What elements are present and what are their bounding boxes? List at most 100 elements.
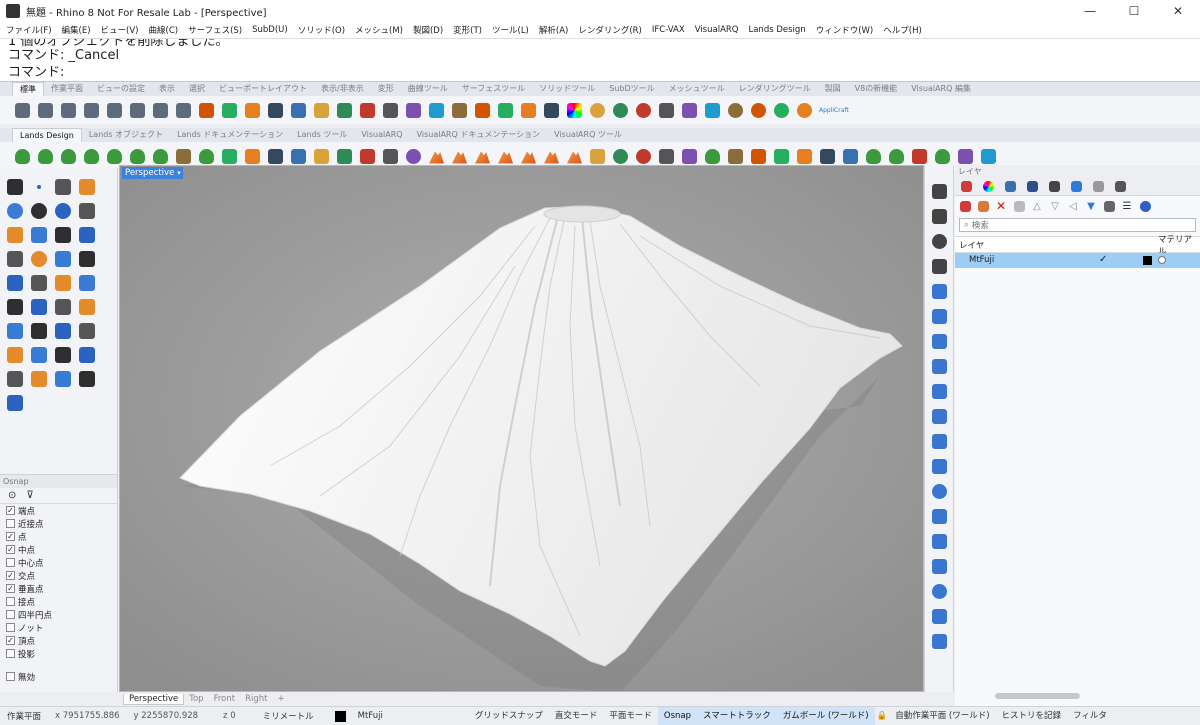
checkbox[interactable]: ✓: [6, 636, 15, 645]
add-viewport-icon[interactable]: +: [272, 694, 289, 704]
checkbox[interactable]: ✓: [6, 584, 15, 593]
tree3-icon[interactable]: [58, 146, 79, 167]
rotate-view-icon[interactable]: [357, 100, 378, 121]
toolbar-tab[interactable]: ビューポートレイアウト: [212, 82, 314, 96]
cylinder-icon[interactable]: [52, 248, 73, 269]
viewport-title[interactable]: Perspective ▾: [122, 167, 183, 179]
dims-icon[interactable]: [702, 100, 723, 121]
hedge-icon[interactable]: [127, 146, 148, 167]
checkbox[interactable]: [6, 649, 15, 658]
toolbar-tab[interactable]: Lands Design: [12, 128, 82, 142]
mesh-icon[interactable]: [76, 248, 97, 269]
path-icon[interactable]: [265, 146, 286, 167]
surface-edit-icon[interactable]: [928, 381, 950, 402]
menu-item[interactable]: 製図(D): [413, 24, 443, 36]
tag3-icon[interactable]: [817, 146, 838, 167]
toolbar-tab[interactable]: SubDツール: [602, 82, 661, 96]
osnap-option[interactable]: ✓ 頂点: [0, 634, 117, 647]
edge-curve-icon[interactable]: [928, 206, 950, 227]
mountain6-icon[interactable]: [541, 146, 562, 167]
arc-edit-icon[interactable]: [928, 256, 950, 277]
sphere-split-icon[interactable]: [928, 231, 950, 252]
shrub-icon[interactable]: [150, 146, 171, 167]
toolbar-tab[interactable]: VisualARQ ドキュメンテーション: [410, 128, 548, 142]
plane-icon[interactable]: [928, 281, 950, 302]
close-button[interactable]: ✕: [1156, 0, 1200, 22]
menu-item[interactable]: ウィンドウ(W): [816, 24, 874, 36]
toolbar-tab[interactable]: ソリッドツール: [532, 82, 602, 96]
menu-item[interactable]: 曲線(C): [149, 24, 179, 36]
tree-tag-icon[interactable]: [863, 146, 884, 167]
menu-item[interactable]: ファイル(F): [6, 24, 52, 36]
patch-icon[interactable]: [928, 431, 950, 452]
sphere-globe-icon[interactable]: [403, 146, 424, 167]
sphere-cut-icon[interactable]: [928, 581, 950, 602]
osnap-option[interactable]: ノット: [0, 621, 117, 634]
menu-item[interactable]: ヘルプ(H): [883, 24, 922, 36]
viewport-tab[interactable]: Perspective: [123, 693, 185, 705]
menu-item[interactable]: サーフェス(S): [188, 24, 242, 36]
four-views-icon[interactable]: [380, 100, 401, 121]
current-layer-check[interactable]: ✓: [1099, 254, 1107, 265]
toolbar-tab[interactable]: Lands オブジェクト: [82, 128, 170, 142]
toolbar-tab[interactable]: Lands ドキュメンテーション: [170, 128, 290, 142]
save-icon[interactable]: [58, 100, 79, 121]
osnap-option[interactable]: ✓ 端点: [0, 504, 117, 517]
chevron-down-icon[interactable]: ▾: [177, 167, 181, 179]
sheet-icon[interactable]: [725, 146, 746, 167]
toolbar-tab[interactable]: VisualARQ: [354, 128, 409, 142]
tag2-icon[interactable]: [794, 146, 815, 167]
toolbar-tab[interactable]: 表示: [152, 82, 182, 96]
scale-icon[interactable]: [76, 320, 97, 341]
planar-toggle[interactable]: 平面モード: [603, 707, 658, 725]
toolbar-tab[interactable]: 製図: [818, 82, 848, 96]
print-icon[interactable]: [81, 100, 102, 121]
menu-item[interactable]: 編集(E): [62, 24, 91, 36]
polygon-mesh-icon[interactable]: [928, 181, 950, 202]
toolbar-tab[interactable]: V8の新機能: [848, 82, 905, 96]
box-blue-icon[interactable]: [928, 506, 950, 527]
color-wheel-icon[interactable]: [564, 100, 585, 121]
surface-edit2-icon[interactable]: [928, 406, 950, 427]
dim-icon[interactable]: [28, 320, 49, 341]
layer-row[interactable]: MtFuji ✓: [955, 253, 1200, 268]
people-icon[interactable]: [380, 146, 401, 167]
extrude-icon[interactable]: [928, 331, 950, 352]
toolbar-tab[interactable]: レンダリングツール: [732, 82, 818, 96]
tree4-icon[interactable]: [81, 146, 102, 167]
maximize-button[interactable]: ☐: [1112, 0, 1156, 22]
extend-icon[interactable]: [76, 296, 97, 317]
move-down-icon[interactable]: ▽: [1048, 199, 1062, 213]
delete-layer-icon[interactable]: ✕: [994, 199, 1008, 213]
mountain1-icon[interactable]: [426, 146, 447, 167]
osnap-option[interactable]: 接点: [0, 595, 117, 608]
fillet-icon[interactable]: [28, 224, 49, 245]
minimize-button[interactable]: —: [1068, 0, 1112, 22]
menu-item[interactable]: ソリッド(O): [298, 24, 345, 36]
record-history-toggle[interactable]: ヒストリを記録: [996, 707, 1068, 725]
cylinder2-icon[interactable]: [928, 356, 950, 377]
viewport-tab[interactable]: Front: [209, 694, 241, 704]
circle-icon[interactable]: [4, 200, 25, 221]
menu-item[interactable]: ツール(L): [492, 24, 529, 36]
hide-icon[interactable]: [495, 100, 516, 121]
menu-item[interactable]: SubD(U): [252, 25, 288, 35]
zoom-extents-icon[interactable]: [311, 100, 332, 121]
help-icon[interactable]: [1138, 199, 1152, 213]
checkbox[interactable]: ✓: [6, 545, 15, 554]
tag-icon[interactable]: [771, 146, 792, 167]
menu-item[interactable]: Lands Design: [748, 25, 805, 35]
zoom-selected-icon[interactable]: [334, 100, 355, 121]
drops-icon[interactable]: [633, 146, 654, 167]
layer-icon[interactable]: [541, 100, 562, 121]
boolean-icon[interactable]: [4, 272, 25, 293]
curve-icon[interactable]: [76, 176, 97, 197]
osnap-disable[interactable]: 無効: [0, 670, 117, 683]
camera-icon[interactable]: [1113, 180, 1127, 194]
layer-tab-icon[interactable]: [959, 180, 973, 194]
polygon-icon[interactable]: [4, 224, 25, 245]
toolbar-tab[interactable]: サーフェスツール: [455, 82, 533, 96]
undo-icon[interactable]: [196, 100, 217, 121]
ellipse-icon[interactable]: [28, 200, 49, 221]
water-drop-icon[interactable]: [610, 146, 631, 167]
